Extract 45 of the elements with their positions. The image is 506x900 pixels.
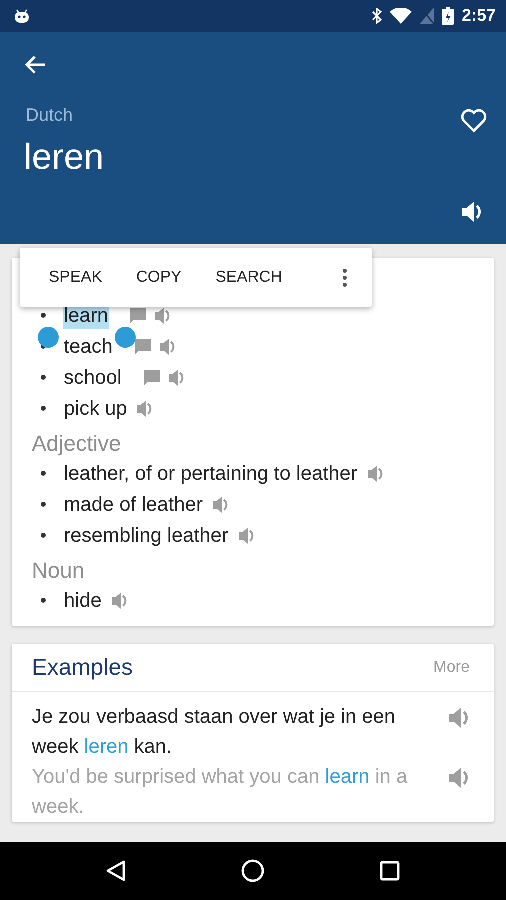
example-sentence: You'd be surprised what you can learn in a week.: [32, 765, 409, 820]
menu-item[interactable]: SEARCH: [198, 248, 300, 307]
android-icon: [14, 9, 30, 23]
headword: leren: [24, 135, 104, 178]
comment-icon[interactable]: [144, 370, 160, 386]
bullet-icon: [41, 598, 46, 603]
home-button[interactable]: [240, 859, 265, 883]
signal-icon: [420, 8, 434, 24]
bullet-icon: [41, 375, 46, 380]
bullet-icon: [41, 533, 46, 538]
part-of-speech-heading: Noun: [32, 557, 86, 585]
section-title: Examples: [32, 653, 133, 682]
translation-word[interactable]: teach: [63, 334, 114, 360]
more-icon[interactable]: [343, 268, 347, 288]
bullet-icon: [41, 313, 46, 318]
clock-time: 2:57: [462, 5, 496, 28]
translation-word[interactable]: resembling leather: [63, 522, 230, 548]
translation-word[interactable]: leather, of or pertaining to leather: [63, 460, 359, 486]
translation-word[interactable]: made of leather: [63, 492, 204, 518]
speaker-icon[interactable]: [366, 464, 385, 484]
wifi-icon: [390, 8, 412, 24]
comment-icon[interactable]: [134, 338, 151, 354]
translation-word[interactable]: pick up: [63, 396, 128, 422]
speaker-icon[interactable]: [154, 306, 172, 326]
translation-word[interactable]: hide: [63, 588, 103, 614]
bluetooth-icon: [372, 8, 382, 24]
speaker-icon[interactable]: [158, 336, 177, 356]
translation-word[interactable]: school: [63, 364, 123, 390]
back-button[interactable]: [24, 55, 46, 75]
speaker-icon[interactable]: [238, 526, 256, 546]
language-label: Dutch: [26, 104, 74, 127]
speaker-icon[interactable]: [110, 590, 129, 610]
speaker-icon[interactable]: [212, 494, 230, 514]
part-of-speech-heading: Adjective: [32, 430, 122, 458]
bullet-icon: [41, 406, 46, 411]
bullet-icon: [41, 502, 46, 507]
example-sentence: Je zou verbaasd staan over wat je in een week leren kan.: [32, 705, 397, 760]
favorite-button[interactable]: [461, 109, 487, 133]
battery-icon: [442, 7, 454, 25]
speaker-icon[interactable]: [168, 368, 186, 388]
recents-button[interactable]: [380, 861, 400, 881]
back-button[interactable]: [106, 860, 126, 882]
menu-item[interactable]: COPY: [119, 248, 199, 307]
bullet-icon: [41, 471, 46, 476]
speaker-icon[interactable]: [136, 398, 154, 418]
